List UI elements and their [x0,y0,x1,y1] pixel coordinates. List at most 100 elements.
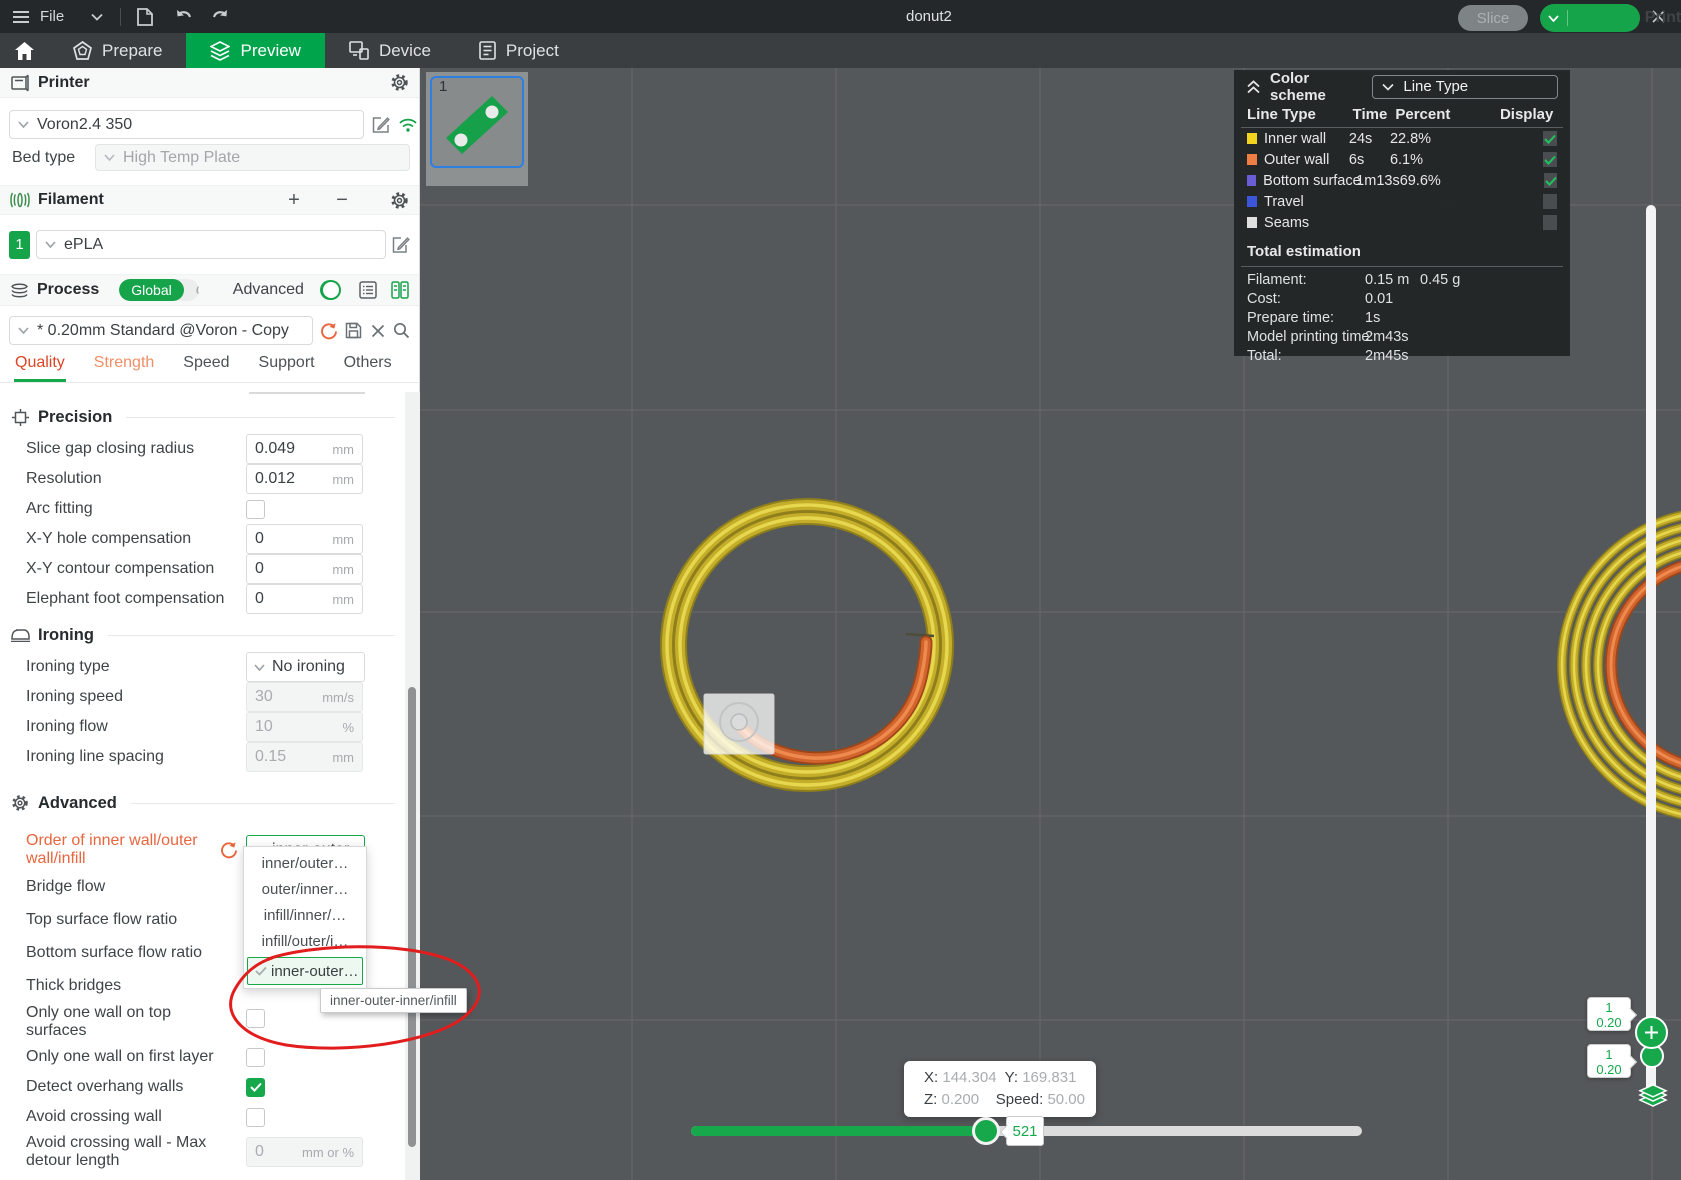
display-checkbox[interactable] [1543,215,1557,230]
setting-checkbox[interactable] [246,500,265,519]
bed-type-select[interactable]: High Temp Plate [95,144,410,171]
setting-select[interactable]: No ironing [246,652,365,682]
line-type-swatch [1247,154,1257,165]
remove-filament-icon[interactable]: − [331,189,353,211]
tab-device[interactable]: Device [325,33,455,68]
setting-input[interactable]: 0mm [246,524,363,554]
dropdown-option[interactable]: infill/inner/… [244,902,366,928]
line-type-row: Bottom surface1m13s69.6% [1234,170,1570,191]
setting-row: Only one wall on first layer [0,1042,405,1072]
tab-home[interactable] [0,33,49,68]
chevron-down-icon [1382,83,1394,91]
dropdown-option[interactable]: infill/outer/i… [244,928,366,954]
setting-input: 0.15mm [246,742,363,772]
layer-slider-upper-thumb[interactable] [1635,1016,1668,1049]
3d-viewport[interactable]: 1 Color scheme Line Type Line Type Time … [420,68,1681,1180]
dropdown-option-selected[interactable]: inner-outer… [247,957,363,985]
estimation-row: Filament:0.15 m0.45 g [1234,270,1570,289]
setting-input[interactable]: 0mm [246,554,363,584]
process-tab-support[interactable]: Support [259,354,315,382]
filament-slot-badge[interactable]: 1 [9,231,30,259]
display-checkbox[interactable] [1543,152,1557,167]
reset-value-icon[interactable] [220,841,238,859]
setting-input[interactable]: 0.012mm [246,464,363,494]
process-preset-name: * 0.20mm Standard @Voron - Copy [37,322,289,340]
printer-settings-gear-icon[interactable] [389,73,409,93]
setting-checkbox[interactable] [246,1108,265,1127]
printer-select[interactable]: Voron2.4 350 [9,110,364,139]
add-filament-icon[interactable]: + [283,189,305,211]
filament-settings-gear-icon[interactable] [389,190,409,210]
tab-project[interactable]: Project [455,33,583,68]
save-preset-icon[interactable] [345,321,362,341]
setting-checkbox[interactable] [246,1009,265,1028]
setting-label: Ironing speed [26,688,226,706]
x-value: 144.304 [942,1069,996,1086]
setting-row: Elephant foot compensation0mm [0,584,405,614]
process-tab-quality[interactable]: Quality [15,354,65,382]
delete-preset-icon[interactable] [369,321,386,341]
printer-section-header: Printer [0,68,419,98]
plus-icon [1644,1025,1659,1040]
setting-label: Bridge flow [26,878,226,896]
layer-badge-bottom: 10.20 [1587,1044,1631,1078]
print-button[interactable]: Print [1540,4,1640,32]
process-preset-select[interactable]: * 0.20mm Standard @Voron - Copy [9,316,313,345]
slice-button[interactable]: Slice [1458,5,1528,31]
bed-type-label: Bed type [9,149,95,167]
color-scheme-title: Color scheme [1270,70,1363,104]
reset-preset-icon[interactable] [320,321,338,341]
filament-select[interactable]: ePLA [36,230,386,259]
display-checkbox[interactable] [1544,173,1557,188]
print-options-chevron-icon[interactable] [1540,10,1568,26]
plate-object-preview [430,76,524,168]
section-header-precision: Precision [0,404,405,430]
layers-icon[interactable] [1638,1084,1668,1112]
file-menu-chevron-icon[interactable] [84,5,110,29]
move-slider-thumb[interactable] [972,1117,1000,1145]
file-menu[interactable]: File [0,0,72,33]
process-tab-others[interactable]: Others [344,354,392,382]
layer-range-slider[interactable] [1646,205,1656,1105]
display-checkbox[interactable] [1543,131,1557,146]
setting-label: Ironing flow [26,718,226,736]
compare-presets-icon[interactable] [391,280,409,300]
setting-input[interactable]: 0.049mm [246,434,363,464]
setting-checkbox[interactable] [246,1078,265,1097]
dropdown-option[interactable]: outer/inner… [244,876,366,902]
save-icon[interactable] [131,5,157,29]
sidebar-scrollbar[interactable] [405,392,420,1180]
search-icon[interactable] [393,321,410,341]
tab-project-label: Project [506,41,559,61]
edit-filament-icon[interactable] [392,235,410,255]
edit-printer-icon[interactable] [372,115,390,135]
filament-name: ePLA [64,236,103,254]
speed-label: Speed: [996,1091,1044,1108]
setting-label: Detect overhang walls [26,1078,226,1096]
scope-objects-pill[interactable]: Objects [184,279,199,301]
process-tab-strength[interactable]: Strength [94,354,154,382]
app-window: File donut2 Prepare [0,0,1681,1180]
tab-preview[interactable]: Preview [186,33,324,68]
tab-prepare[interactable]: Prepare [49,33,186,68]
plate-thumbnail-card[interactable]: 1 [426,72,528,186]
printer-name: Voron2.4 350 [37,116,132,134]
setting-input[interactable]: 0mm [246,584,363,614]
undo-icon[interactable] [171,5,197,29]
collapse-icon[interactable] [1246,80,1261,94]
dropdown-option[interactable]: inner/outer… [244,850,366,876]
process-tab-speed[interactable]: Speed [183,354,229,382]
wifi-icon[interactable] [398,115,418,135]
scope-global-pill[interactable]: Global [119,279,183,301]
advanced-toggle-label: Advanced [233,281,304,299]
color-scheme-select[interactable]: Line Type [1372,75,1558,99]
display-checkbox[interactable] [1543,194,1557,209]
setting-checkbox[interactable] [246,1048,265,1067]
redo-icon[interactable] [207,5,233,29]
scrolled-input-remnant [249,392,365,394]
setting-input: 10% [246,712,363,742]
sidebar-scrollbar-thumb[interactable] [408,687,416,1147]
line-type-row: Travel [1234,191,1570,212]
list-view-icon[interactable] [359,280,377,300]
advanced-toggle[interactable] [320,280,341,300]
